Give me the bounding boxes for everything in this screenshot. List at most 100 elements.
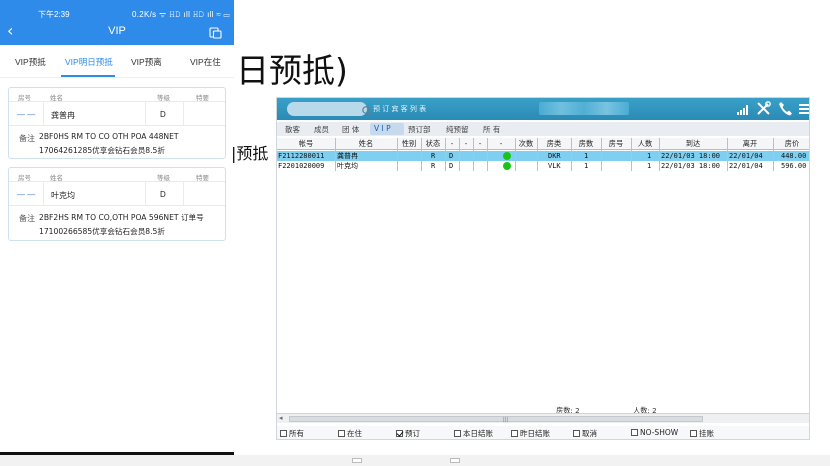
status-dot [503, 152, 511, 160]
cell-name: 龚普冉 [337, 152, 358, 160]
cell-rooms: 1 [584, 162, 589, 170]
tab-vip-arrival[interactable]: VIP预抵 [15, 56, 46, 68]
grid-line [459, 138, 460, 171]
cell-room-no [603, 151, 629, 161]
room-number: — — [17, 190, 36, 199]
filter-tab-reservation-dept[interactable]: 预订部 [408, 124, 431, 135]
note-label: 备注 [19, 134, 35, 143]
checkbox-label: 昨日结账 [520, 429, 550, 438]
toolbar-square-icon[interactable] [450, 458, 460, 463]
col-rooms[interactable]: 房数 [571, 139, 601, 149]
guest-name: 叶克均 [51, 191, 75, 200]
col-room-type[interactable]: 房类 [537, 139, 571, 149]
cell-status: R [431, 152, 436, 160]
share-icon[interactable] [209, 24, 222, 39]
filter-tab-hold[interactable]: 纯预留 [446, 124, 469, 135]
col-persons[interactable]: 人数 [631, 139, 659, 149]
col-status[interactable]: 状态 [421, 139, 445, 149]
filter-tab-group[interactable]: 团 体 [342, 124, 359, 135]
col-count[interactable]: 次数 [515, 139, 537, 149]
filter-tab-vip[interactable]: V I P [374, 124, 391, 133]
note-label: 备注 [19, 214, 35, 223]
checkbox-icon [338, 430, 345, 437]
note-line-1: 2BF2HS RM TO CO,OTH POA 596NET 订单号 [39, 213, 204, 222]
filter-tab-all[interactable]: 所 有 [483, 124, 500, 135]
vip-guest-card[interactable]: 房号 姓名 等级 特要 — — 叶克均 D 备注 2BF2HS RM TO CO… [8, 167, 226, 241]
grid-line [397, 138, 398, 171]
checkbox-label: 预订 [405, 429, 420, 438]
col-room-no[interactable]: 房号 [601, 139, 631, 149]
cell-status: R [431, 162, 436, 170]
col-depart[interactable]: 离开 [727, 139, 773, 149]
tab-vip-departure[interactable]: VIP预离 [131, 56, 162, 68]
horizontal-scrollbar[interactable]: ◂ ||| [277, 413, 809, 423]
table-row[interactable]: F2201020009 叶克均 R D VLK 1 1 22/01/03 18:… [277, 161, 809, 171]
cell-sex [399, 151, 419, 161]
checkbox-checkout-today[interactable]: 本日结账 [454, 428, 493, 439]
note-line-1: 2BF0HS RM TO CO OTH POA 448NET [39, 132, 179, 141]
checkbox-icon [454, 430, 461, 437]
col-sex[interactable]: 性别 [397, 139, 421, 149]
menu-icon[interactable] [799, 102, 810, 116]
search-input[interactable] [287, 102, 372, 116]
col-flag-4[interactable]: - [487, 139, 515, 148]
grid-line [515, 138, 516, 171]
reservation-guest-list-window: 预 订 宾 客 列 表 散客 成员 团 体 V I P 预订部 纯预留 所 有 … [276, 97, 810, 440]
cell-arrive: 22/01/03 18:00 [661, 162, 721, 170]
checkbox-in-house[interactable]: 在住 [338, 428, 362, 439]
note-line-2: 17100266585优享会钻石会员8.5折 [39, 227, 165, 236]
cell-sex [399, 161, 419, 171]
checkbox-cancelled[interactable]: 取消 [573, 428, 597, 439]
checkbox-checkout-yesterday[interactable]: 昨日结账 [511, 428, 550, 439]
col-account[interactable]: 帐号 [277, 139, 335, 149]
col-arrive[interactable]: 到达 [659, 139, 727, 149]
divider [43, 181, 44, 205]
col-flag-1[interactable]: - [445, 139, 459, 148]
checkbox-label: 所有 [289, 429, 304, 438]
checkbox-label: 本日结账 [463, 429, 493, 438]
divider [9, 205, 225, 206]
col-flag-3[interactable]: - [473, 139, 487, 148]
cell-account: F2112280011 [278, 152, 325, 160]
col-name[interactable]: 姓名 [335, 139, 397, 149]
cell-persons: 1 [647, 152, 652, 160]
window-titlebar: 预 订 宾 客 列 表 [277, 98, 810, 120]
tools-icon[interactable] [756, 101, 771, 116]
status-time: 下午2:39 [38, 10, 70, 19]
checkbox-reserved[interactable]: 预订 [396, 428, 420, 439]
filter-tab-walkin[interactable]: 散客 [285, 124, 300, 135]
table-header: 帐号 姓名 性别 状态 - - - - 次数 房类 房数 房号 人数 到达 离开… [277, 138, 809, 150]
filter-tab-bar: 散客 成员 团 体 V I P 预订部 纯预留 所 有 [277, 122, 809, 136]
divider [9, 125, 225, 126]
grid-line [659, 138, 660, 171]
tab-vip-tomorrow-arrival[interactable]: VIP明日预抵 [65, 56, 113, 68]
filter-tab-member[interactable]: 成员 [314, 124, 329, 135]
guest-level: D [160, 190, 166, 199]
cell-rate: 448.00 [781, 152, 807, 160]
scrollbar-thumb[interactable]: ||| [289, 416, 703, 423]
col-rate[interactable]: 房价 [773, 139, 809, 149]
cell-rooms: 1 [584, 152, 589, 160]
status-filter-checkboxes: 所有 在住 预订 本日结账 昨日结账 取消 NO-SHOW 挂账 [277, 426, 809, 439]
toolbar-square-icon[interactable] [352, 458, 362, 463]
scroll-left-icon[interactable]: ◂ [279, 414, 283, 422]
divider [183, 181, 184, 205]
vip-guest-card[interactable]: 房号 姓名 等级 特要 — — 龚普冉 D 备注 2BF0HS RM TO CO… [8, 87, 226, 159]
cell-flag: D [449, 162, 454, 170]
checkbox-on-account[interactable]: 挂账 [690, 428, 714, 439]
note-line-2: 17064261285优享会钻石会员8.5折 [39, 146, 165, 155]
checkbox-label: NO-SHOW [640, 428, 679, 437]
col-flag-2[interactable]: - [459, 139, 473, 148]
page-title: VIP [108, 25, 126, 37]
checkbox-no-show[interactable]: NO-SHOW [631, 428, 678, 437]
tab-vip-in-house[interactable]: VIP在住 [190, 56, 221, 68]
cell-arrive: 22/01/03 18:00 [661, 152, 721, 160]
guest-name: 龚普冉 [51, 111, 75, 120]
checkbox-all[interactable]: 所有 [280, 428, 304, 439]
signal-icon [737, 105, 748, 115]
table-row[interactable]: F2112280011 龚普冉 R D DKR 1 1 22/01/03 18:… [277, 151, 809, 161]
heading-fragment-small: |预抵 [231, 144, 269, 163]
phone-icon[interactable] [778, 101, 792, 116]
grid-line [445, 138, 446, 171]
cell-room-type: VLK [548, 162, 561, 170]
